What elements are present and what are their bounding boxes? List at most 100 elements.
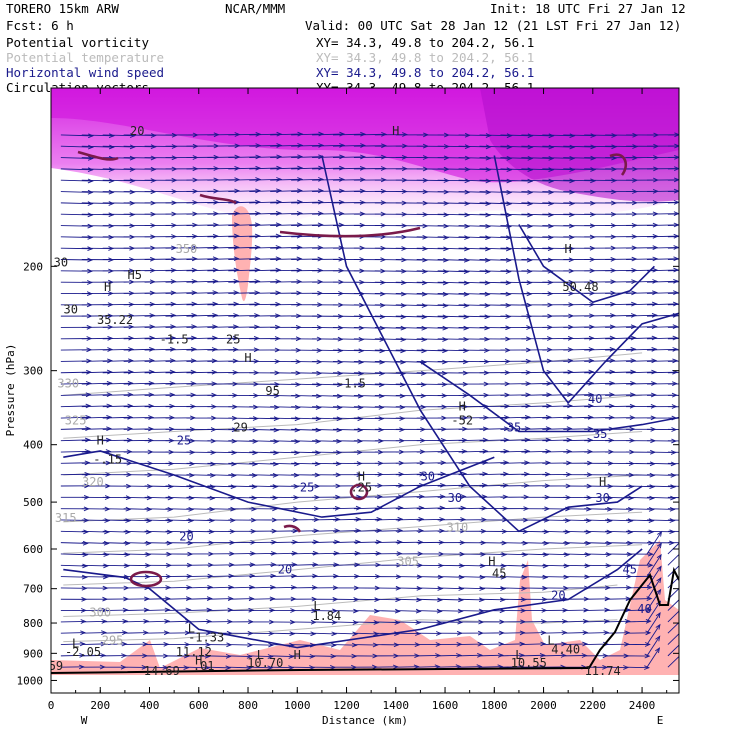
vector-head <box>681 616 686 621</box>
contour-label-wind: 30 <box>448 491 462 505</box>
init-time: Init: 18 UTC Fri 27 Jan 12 <box>490 1 686 16</box>
contour-label-wind: 40 <box>588 392 602 406</box>
field-xy: XY= 34.3, 49.8 to 204.2, 56.1 <box>316 65 534 80</box>
model-title: TORERO 15km ARW <box>6 1 119 16</box>
contour-label-theta: 305 <box>397 555 419 569</box>
contour-label-pv: H <box>459 399 466 413</box>
header: TORERO 15km ARW NCAR/MMM Init: 18 UTC Fr… <box>6 1 686 95</box>
x-tick-label: 2200 <box>580 699 607 712</box>
vector-head <box>695 178 700 182</box>
vector-head <box>692 439 697 443</box>
vector-shaft <box>667 156 679 159</box>
vector-head <box>695 234 700 238</box>
contour-label-wind: 30 <box>595 491 609 505</box>
contour-label-pv: 14.69 <box>144 664 180 678</box>
vector-shaft <box>416 621 442 623</box>
vector-head <box>694 268 699 272</box>
vector-head <box>680 640 685 645</box>
vector-head <box>692 462 697 466</box>
x-tick-label: 1200 <box>333 699 360 712</box>
vector-head <box>695 189 700 193</box>
contour-label-pv: 11.12 <box>176 645 212 659</box>
west-label: W <box>81 714 88 727</box>
plot-area: 20 20 20 25 25 30 30 30 35 35 40 40 45 305 310 315 320 32… <box>51 88 700 693</box>
vector-head <box>681 605 686 610</box>
contour-label-wind: 35 <box>593 427 607 441</box>
vector-head <box>695 212 700 216</box>
vector-shaft <box>270 632 295 635</box>
forecast-hour: Fcst: 6 h <box>6 18 74 33</box>
vector-head <box>695 200 700 204</box>
vector-head <box>694 325 699 329</box>
vector-head <box>682 570 687 575</box>
vector-head <box>694 348 699 352</box>
vector-head <box>680 628 685 633</box>
contour-label-pv: H <box>104 280 111 294</box>
contour-label-pv: 10.70 <box>247 656 283 670</box>
vector-head <box>693 382 698 386</box>
vector-shaft <box>667 349 679 351</box>
contour-label-pv: -1.5 <box>160 333 189 347</box>
x-tick-label: 200 <box>90 699 110 712</box>
field-list: Potential vorticity XY= 34.3, 49.8 to 204… <box>6 35 534 95</box>
vector-head <box>693 359 698 363</box>
vector-head <box>682 559 687 564</box>
vector-shaft <box>395 666 419 668</box>
contour-label-pv: 35.22 <box>97 313 133 327</box>
contour-label-wind: 40 <box>637 602 651 616</box>
x-tick-label: 1400 <box>383 699 410 712</box>
vector-head <box>695 133 700 137</box>
vector-shaft <box>542 620 567 623</box>
contour-label-wind: 20 <box>551 588 565 602</box>
contour-label-theta: 350 <box>176 242 198 256</box>
vector-head <box>693 405 698 409</box>
field-name: Horizontal wind speed <box>6 65 164 80</box>
vector-head <box>695 144 700 148</box>
contour-label-wind: 20 <box>278 563 292 577</box>
vector-head <box>695 155 700 159</box>
y-tick-label: 200 <box>23 260 43 273</box>
contour-label-pv: 45 <box>492 566 506 580</box>
contour-label-pv: 4.40 <box>551 642 580 656</box>
contour-label-theta: 320 <box>82 475 104 489</box>
vector-head <box>691 496 696 500</box>
vector-shaft <box>165 620 191 623</box>
contour-label-pv: 50.48 <box>562 280 598 294</box>
vector-head <box>692 451 697 455</box>
vector-head <box>694 291 699 295</box>
vector-shaft <box>667 440 679 442</box>
contour-label-pv: .01 <box>193 659 215 673</box>
vector-head <box>680 651 685 656</box>
x-tick-label: 2400 <box>629 699 656 712</box>
org-title: NCAR/MMM <box>225 1 285 16</box>
vector-head <box>694 302 699 306</box>
vector-shaft <box>521 632 546 634</box>
contour-label-pv: H5 <box>128 268 142 282</box>
vector-head <box>682 536 687 541</box>
contour-label-wind: 25 <box>300 481 314 495</box>
vector-shaft <box>374 632 399 635</box>
field-xy: XY= 34.3, 49.8 to 204.2, 56.1 <box>316 50 534 65</box>
vector-shaft <box>437 654 461 657</box>
contour-label-pv: 1.84 <box>312 609 341 623</box>
x-tick-label: 1600 <box>432 699 459 712</box>
vector-head <box>681 582 686 587</box>
contour-label-pv: H <box>97 434 104 448</box>
x-axis-label: Distance (km) <box>322 714 408 727</box>
vector-shaft <box>605 632 630 634</box>
vector-shaft <box>667 519 679 521</box>
vector-head <box>693 416 698 420</box>
contour-label-pv: 20 <box>130 124 144 138</box>
contour-label-wind: 20 <box>179 529 193 543</box>
cross-section-figure: TORERO 15km ARW NCAR/MMM Init: 18 UTC Fr… <box>4 1 700 727</box>
east-label: E <box>657 714 664 727</box>
contour-label-theta: 325 <box>65 414 87 428</box>
contour-label-pv: -1.33 <box>188 631 224 645</box>
contour-label-wind: 30 <box>421 470 435 484</box>
vector-shaft <box>458 654 482 657</box>
vector-head <box>691 507 696 511</box>
vector-head <box>691 485 696 489</box>
vector-head <box>690 541 695 545</box>
contour-label-pv: -.15 <box>93 452 122 466</box>
vector-head <box>690 530 695 534</box>
